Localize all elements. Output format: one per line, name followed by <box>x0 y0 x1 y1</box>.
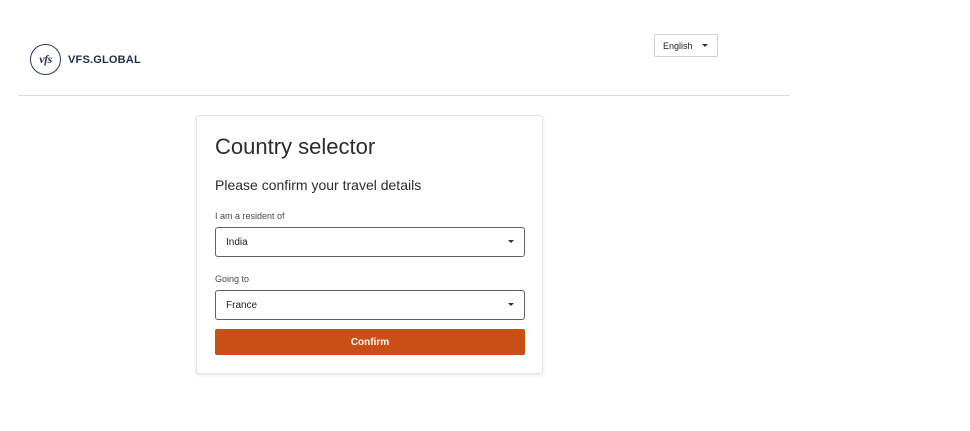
destination-country-select[interactable]: France <box>215 290 525 320</box>
resident-label: I am a resident of <box>215 211 285 221</box>
destination-country-value: France <box>226 299 258 311</box>
resident-country-select[interactable]: India <box>215 227 525 257</box>
vfs-logo[interactable]: vfs VFS.GLOBAL <box>30 44 141 75</box>
language-select[interactable]: English <box>654 34 718 57</box>
destination-label: Going to <box>215 274 250 284</box>
language-select-value: English <box>663 40 693 51</box>
country-selector-card: Country selector Please confirm your tra… <box>196 115 543 374</box>
header: vfs VFS.GLOBAL English <box>18 0 790 96</box>
resident-country-value: India <box>226 236 248 248</box>
chevron-down-icon <box>508 240 514 243</box>
brand-name: VFS.GLOBAL <box>68 53 141 66</box>
vfs-logo-icon: vfs <box>30 44 61 75</box>
card-subtitle: Please confirm your travel details <box>215 177 422 193</box>
chevron-down-icon <box>508 303 514 306</box>
page: vfs VFS.GLOBAL English Country selector … <box>0 0 970 431</box>
page-title: Country selector <box>215 134 376 159</box>
confirm-button[interactable]: Confirm <box>215 329 525 355</box>
chevron-down-icon <box>701 44 708 47</box>
